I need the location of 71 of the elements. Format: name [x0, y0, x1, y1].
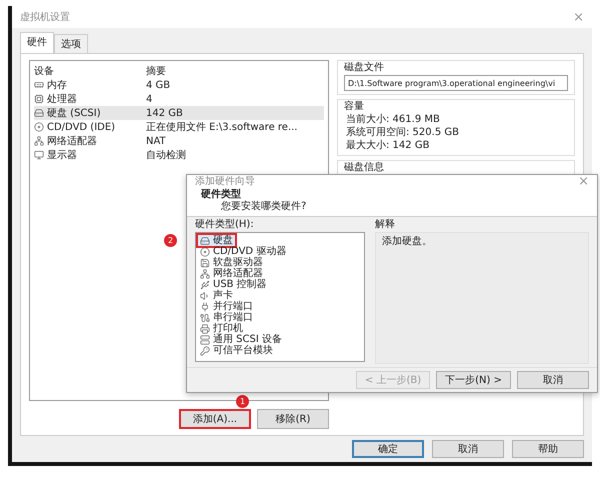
hardware-type-item[interactable]: 串行端口 [198, 312, 255, 323]
device-summary: 142 GB [146, 108, 184, 118]
device-summary: 自动检测 [146, 148, 187, 162]
disc-icon [34, 122, 44, 132]
wizard-button[interactable]: 下一步(N) > [436, 371, 511, 389]
cable-icon [200, 312, 210, 322]
plug-icon [200, 302, 210, 312]
device-row[interactable]: 内存 4 GB [34, 78, 324, 92]
device-row[interactable]: 处理器 4 [34, 92, 324, 106]
tab[interactable]: 选项 [54, 34, 88, 53]
tab[interactable]: 硬件 [20, 32, 54, 53]
group-title: 容量 [344, 101, 365, 113]
printer-icon [200, 324, 210, 334]
wizard-subheading: 您要安装哪类硬件? [220, 201, 308, 213]
group-title: 磁盘文件 [344, 62, 385, 74]
chip-icon [34, 94, 44, 104]
disc-icon [200, 246, 210, 256]
device-name: CD/DVD (IDE) [47, 122, 116, 132]
device-row[interactable]: 显示器 自动检测 [34, 148, 324, 162]
hard-drive-icon [34, 108, 44, 118]
hardware-type-item[interactable]: 可信平台模块 [198, 345, 275, 356]
wizard-button[interactable]: 取消 [517, 371, 589, 389]
hard-drive-icon [200, 236, 210, 246]
hardware-type-item[interactable]: CD/DVD 驱动器 [198, 246, 288, 257]
explanation-text: 添加硬盘。 [382, 236, 432, 247]
device-summary: 4 GB [146, 80, 172, 90]
device-row[interactable]: 网络适配器 NAT [34, 134, 324, 148]
column-header: 摘要 [146, 64, 167, 78]
hardware-type-item[interactable]: 硬盘 [198, 235, 235, 246]
disk-file-field[interactable]: D:\1.Software program\3.operational engineering\vi [344, 75, 568, 91]
monitor-icon [34, 150, 44, 160]
hardware-type-item[interactable]: 打印机 [198, 323, 245, 334]
dialog-button[interactable]: 确定 [352, 440, 424, 458]
device-summary: 正在使用文件 E:\3.software re... [146, 120, 298, 134]
capacity-text: 最大大小: 142 GB [345, 140, 430, 152]
dialog-button[interactable]: 帮助 [512, 440, 584, 458]
usb-icon [200, 280, 210, 290]
key-icon [200, 346, 210, 356]
hardware-type-item[interactable]: 通用 SCSI 设备 [198, 334, 284, 345]
wizard-heading: 硬件类型 [201, 189, 241, 201]
list-label: 硬件类型(H): [195, 219, 255, 231]
hardware-type-item[interactable]: USB 控制器 [198, 279, 269, 290]
device-row[interactable]: CD/DVD (IDE) 正在使用文件 E:\3.software re... [34, 120, 324, 134]
memory-icon [34, 80, 44, 90]
speaker-icon [200, 290, 210, 300]
explanation-label: 解释 [375, 219, 396, 231]
hardware-type-item[interactable]: 网络适配器 [198, 268, 265, 279]
dialog-button[interactable]: 取消 [432, 440, 504, 458]
device-name: 网络适配器 [47, 134, 97, 148]
list-button[interactable]: 移除(R) [257, 409, 329, 429]
network-icon [200, 268, 210, 278]
hardware-type-item[interactable]: 软盘驱动器 [198, 257, 265, 268]
device-summary: NAT [146, 136, 167, 146]
device-name: 硬盘 (SCSI) [47, 107, 101, 120]
device-name: 处理器 [47, 92, 77, 106]
device-name: 显示器 [47, 149, 77, 162]
capacity-text: 当前大小: 461.9 MB [345, 114, 441, 126]
window-title: 虚拟机设置 [20, 10, 70, 24]
step-badge: 1 [236, 395, 249, 408]
hardware-type-item[interactable]: 并行端口 [198, 301, 255, 312]
server-icon [200, 334, 210, 344]
group-title: 磁盘信息 [344, 162, 385, 174]
device-name: 内存 [47, 78, 67, 92]
device-summary: 4 [146, 94, 154, 104]
floppy-icon [200, 258, 210, 268]
capacity-text: 系统可用空间: 520.5 GB [345, 127, 460, 139]
wizard-title: 添加硬件向导 [195, 176, 255, 188]
network-icon [34, 136, 44, 146]
column-header: 设备 [34, 65, 55, 78]
device-row[interactable]: 硬盘 (SCSI) 142 GB [34, 106, 324, 120]
hardware-type-item[interactable]: 声卡 [198, 290, 235, 301]
